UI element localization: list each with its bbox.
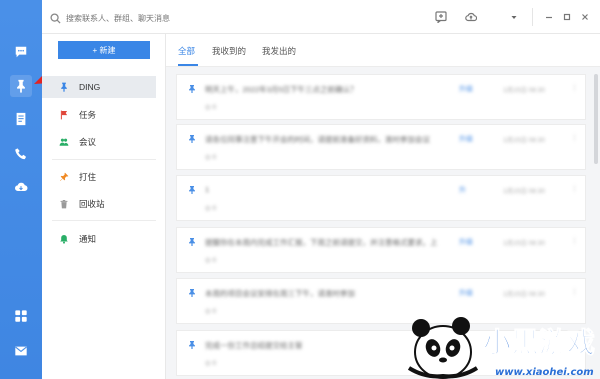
message-time: 1月15日 08:30 bbox=[503, 137, 545, 144]
cloud-drive-icon[interactable] bbox=[10, 176, 32, 198]
top-bar bbox=[42, 0, 600, 34]
message-tag: 升级 bbox=[459, 239, 473, 246]
search-icon bbox=[50, 12, 61, 24]
more-icon[interactable]: ⋮ bbox=[571, 84, 578, 92]
message-tag: 升 bbox=[459, 187, 466, 194]
menu-item-label: 会议 bbox=[79, 137, 97, 147]
maximize-icon[interactable] bbox=[560, 10, 574, 24]
chat-icon[interactable] bbox=[10, 41, 32, 63]
message-tag: 升级 bbox=[459, 290, 473, 297]
menu-item-label: 通知 bbox=[79, 234, 97, 244]
notebook-icon[interactable] bbox=[10, 108, 32, 130]
tab-all[interactable]: 全部 bbox=[178, 45, 195, 57]
people-icon bbox=[58, 136, 70, 148]
menu-item-ding[interactable]: DING bbox=[42, 76, 156, 98]
message-card[interactable]: 明天上午，2022年3月5日下午三点之前确认？ ◎ 0 升级 1月15日 08:… bbox=[176, 74, 586, 120]
more-icon[interactable]: ⋮ bbox=[571, 288, 578, 296]
message-title: 完成一份工作总结提交给主管 bbox=[205, 341, 303, 350]
message-card[interactable]: 请各位同事注意下午开会的时间，请提前准备好资料，准时参加会议 ◎ 0 升级 1月… bbox=[176, 124, 586, 170]
nav-rail bbox=[0, 0, 42, 379]
menu-item-label: DING bbox=[79, 82, 101, 92]
note-add-icon[interactable] bbox=[434, 10, 448, 24]
search-box[interactable] bbox=[50, 10, 310, 26]
message-title: 本周的项目会议安排在周三下午，请准时参加 bbox=[205, 289, 355, 298]
active-tab-indicator bbox=[178, 64, 198, 66]
menu-item-label: 任务 bbox=[79, 110, 97, 120]
message-tag: 升级 bbox=[459, 136, 473, 143]
message-meta: ◎ 0 bbox=[205, 308, 217, 315]
pin-icon bbox=[189, 341, 195, 349]
tab-received[interactable]: 我收到的 bbox=[212, 45, 246, 57]
message-meta: ◎ 0 bbox=[205, 154, 217, 161]
mail-icon[interactable] bbox=[10, 340, 32, 362]
pin-icon bbox=[189, 186, 195, 194]
close-icon[interactable] bbox=[578, 10, 592, 24]
pin-icon[interactable] bbox=[10, 75, 32, 97]
pin-icon bbox=[189, 289, 195, 297]
menu-item-task[interactable]: 任务 bbox=[42, 104, 166, 126]
message-meta: ◎ 0 bbox=[205, 360, 217, 367]
cloud-sync-icon[interactable] bbox=[464, 10, 478, 24]
dropdown-caret-icon[interactable] bbox=[507, 10, 521, 24]
more-icon[interactable]: ⋮ bbox=[571, 237, 578, 245]
message-time: 1月15日 08:30 bbox=[503, 291, 545, 298]
pin-icon bbox=[58, 81, 70, 93]
menu-item-meeting[interactable]: 会议 bbox=[42, 131, 166, 153]
message-meta: ◎ 0 bbox=[205, 104, 217, 111]
message-card[interactable]: 1 ◎ 0 升 1月15日 08:30 ⋮ bbox=[176, 175, 586, 221]
flag-icon bbox=[58, 109, 70, 121]
message-title: 提醒你在本周内完成工作汇报，下周之前请提交，并注意格式要求。上 bbox=[205, 238, 438, 247]
message-meta: ◎ 0 bbox=[205, 205, 217, 212]
search-input[interactable] bbox=[66, 13, 296, 23]
ding-menu: + 新建 DING 任务 会议 打住 回收站 通知 bbox=[42, 34, 166, 379]
message-meta: ◎ 0 bbox=[205, 257, 217, 264]
message-title: 明天上午，2022年3月5日下午三点之前确认？ bbox=[205, 85, 358, 94]
trash-icon bbox=[58, 198, 70, 210]
tab-sent[interactable]: 我发出的 bbox=[262, 45, 296, 57]
message-time: 1月15日 08:30 bbox=[503, 240, 545, 247]
pushpin-icon bbox=[58, 171, 70, 183]
menu-item-label: 打住 bbox=[79, 172, 97, 182]
tab-bar: 全部 我收到的 我发出的 bbox=[166, 34, 600, 67]
minimize-icon[interactable] bbox=[542, 10, 556, 24]
menu-divider bbox=[52, 220, 156, 221]
message-title: 1 bbox=[205, 185, 210, 194]
bell-icon bbox=[58, 233, 70, 245]
message-time: 1月15日 08:30 bbox=[503, 87, 545, 94]
watermark-url: www.xiaohei.com bbox=[495, 367, 594, 378]
message-time: 1月15日 08:30 bbox=[503, 188, 545, 195]
menu-item-pin[interactable]: 打住 bbox=[42, 166, 166, 188]
menu-divider bbox=[52, 159, 156, 160]
message-title: 请各位同事注意下午开会的时间，请提前准备好资料，准时参加会议 bbox=[205, 135, 430, 144]
menu-item-notice[interactable]: 通知 bbox=[42, 228, 166, 250]
pin-icon bbox=[189, 135, 195, 143]
phone-icon[interactable] bbox=[10, 143, 32, 165]
menu-item-recycle-bin[interactable]: 回收站 bbox=[42, 193, 166, 215]
scrollbar[interactable] bbox=[594, 74, 598, 164]
more-icon[interactable]: ⋮ bbox=[571, 134, 578, 142]
toolbar-divider bbox=[532, 8, 533, 26]
pin-icon bbox=[189, 85, 195, 93]
watermark-text: 小黑游戏 bbox=[483, 326, 595, 359]
message-tag: 升级 bbox=[459, 86, 473, 93]
message-card[interactable]: 提醒你在本周内完成工作汇报，下周之前请提交，并注意格式要求。上 ◎ 0 升级 1… bbox=[176, 227, 586, 273]
watermark-logo: 小黑游戏 www.xiaohei.com bbox=[407, 317, 596, 379]
new-button[interactable]: + 新建 bbox=[58, 41, 150, 59]
apps-grid-icon[interactable] bbox=[10, 305, 32, 327]
pin-icon bbox=[189, 238, 195, 246]
more-icon[interactable]: ⋮ bbox=[571, 185, 578, 193]
menu-item-label: 回收站 bbox=[79, 199, 105, 209]
